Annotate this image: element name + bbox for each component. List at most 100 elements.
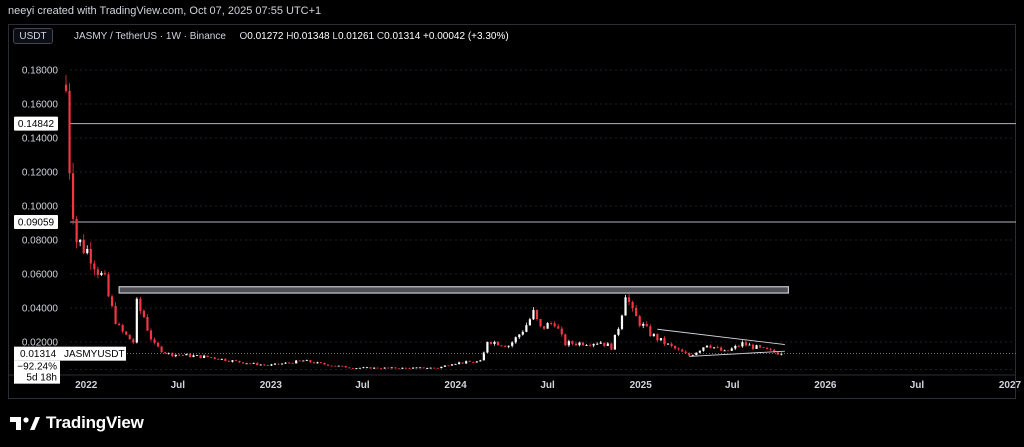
- candle-body: [344, 365, 347, 368]
- candle-body: [174, 354, 177, 357]
- candle-body: [599, 342, 602, 344]
- triangle-pattern: [657, 328, 785, 357]
- x-tick-label: Jul: [540, 380, 555, 391]
- candle-body: [280, 363, 284, 365]
- candle-body: [457, 362, 461, 365]
- price-chart[interactable]: 0.14842 0.09059 0.18000 0.16000 0.14000 0.12…: [0, 0, 1024, 447]
- candle-body: [702, 347, 705, 351]
- candle-body: [691, 355, 694, 356]
- candle-body: [241, 362, 245, 364]
- candle-body: [769, 349, 772, 350]
- candle-body: [758, 345, 762, 348]
- candle-body: [539, 319, 542, 327]
- x-tick-label: Jul: [910, 380, 925, 391]
- candle-body: [401, 367, 404, 369]
- time-axis[interactable]: 2022 Jul 2023 Jul 2024 Jul 2025 Jul 2026 Jul 2027: [8, 374, 1022, 391]
- candle-body: [744, 342, 748, 346]
- candle-body: [670, 343, 673, 346]
- candle-body: [610, 343, 613, 350]
- candle-body: [380, 368, 383, 370]
- candle-body: [436, 367, 439, 369]
- candle-body: [188, 353, 192, 357]
- candle-body: [422, 367, 425, 369]
- candle-body: [234, 360, 238, 362]
- candle-body: [277, 363, 280, 365]
- candle-body: [114, 306, 117, 324]
- candle-body: [557, 326, 560, 329]
- candle-body: [341, 365, 344, 367]
- candle-body: [645, 323, 648, 327]
- candle-body: [390, 367, 393, 369]
- price-axis[interactable]: 0.18000 0.16000 0.14000 0.12000 0.10000 0.080…: [22, 66, 59, 349]
- candle-body: [727, 350, 730, 352]
- candle-body: [132, 339, 135, 343]
- candle-body: [220, 358, 223, 360]
- candle-body: [475, 361, 478, 363]
- candle-body: [288, 362, 291, 364]
- candle-body: [128, 334, 131, 340]
- candle-body: [284, 362, 287, 364]
- candle-body: [351, 368, 354, 369]
- candle-body: [355, 368, 358, 369]
- x-tick-label: Jul: [171, 380, 186, 391]
- candle-body: [64, 84, 68, 91]
- candle-body: [766, 347, 769, 350]
- candle-body: [358, 367, 362, 369]
- candle-body: [362, 367, 365, 369]
- x-tick-label: 2024: [444, 380, 467, 391]
- candle-body: [100, 272, 103, 276]
- candle-body: [550, 323, 553, 324]
- y-tick-label: 0.18000: [22, 66, 59, 77]
- candle-body: [139, 298, 142, 311]
- candle-body: [666, 343, 670, 345]
- candle-body: [149, 330, 153, 340]
- candle-body: [118, 323, 121, 326]
- candle-body: [486, 341, 489, 353]
- candle-body: [203, 355, 206, 358]
- candle-body: [748, 344, 751, 346]
- candle-body: [397, 368, 400, 370]
- candle-body: [751, 344, 755, 349]
- candle-body: [415, 367, 418, 369]
- candle-body: [295, 360, 298, 364]
- candle-body: [135, 298, 138, 343]
- candle-body: [663, 338, 666, 345]
- candle-body: [298, 360, 301, 362]
- candle-body: [312, 362, 315, 364]
- candle-body: [716, 347, 719, 349]
- candle-body: [514, 337, 517, 343]
- candle-body: [125, 331, 128, 335]
- candle-body: [192, 355, 195, 357]
- candle-body: [741, 342, 744, 347]
- candle-body: [635, 308, 638, 317]
- x-tick-label: Jul: [725, 380, 740, 391]
- candle-body: [659, 338, 663, 341]
- tradingview-brand[interactable]: TradingView: [10, 408, 144, 438]
- candle-body: [461, 362, 464, 364]
- candle-body: [542, 326, 546, 329]
- candle-body: [589, 345, 592, 346]
- candle-body: [319, 362, 323, 364]
- candle-body: [227, 360, 230, 362]
- candle-body: [500, 345, 503, 347]
- candle-body: [673, 345, 677, 349]
- candle-body: [450, 364, 454, 366]
- candle-body: [592, 343, 595, 346]
- candle-body: [426, 368, 429, 369]
- candle-body: [316, 362, 319, 364]
- candle-body: [433, 367, 436, 369]
- candle-body: [606, 343, 609, 346]
- candle-body: [305, 360, 308, 361]
- candle-body: [387, 367, 390, 369]
- x-tick-label: Jul: [355, 380, 370, 391]
- candle-body: [712, 347, 716, 349]
- candle-body: [603, 342, 606, 346]
- candle-body: [518, 334, 521, 338]
- candle-body: [419, 367, 422, 369]
- candle-body: [567, 341, 570, 346]
- candle-body: [68, 90, 71, 174]
- candle-body: [642, 323, 645, 326]
- candle-body: [571, 341, 574, 344]
- candle-body: [631, 302, 634, 309]
- candle-body: [440, 366, 443, 369]
